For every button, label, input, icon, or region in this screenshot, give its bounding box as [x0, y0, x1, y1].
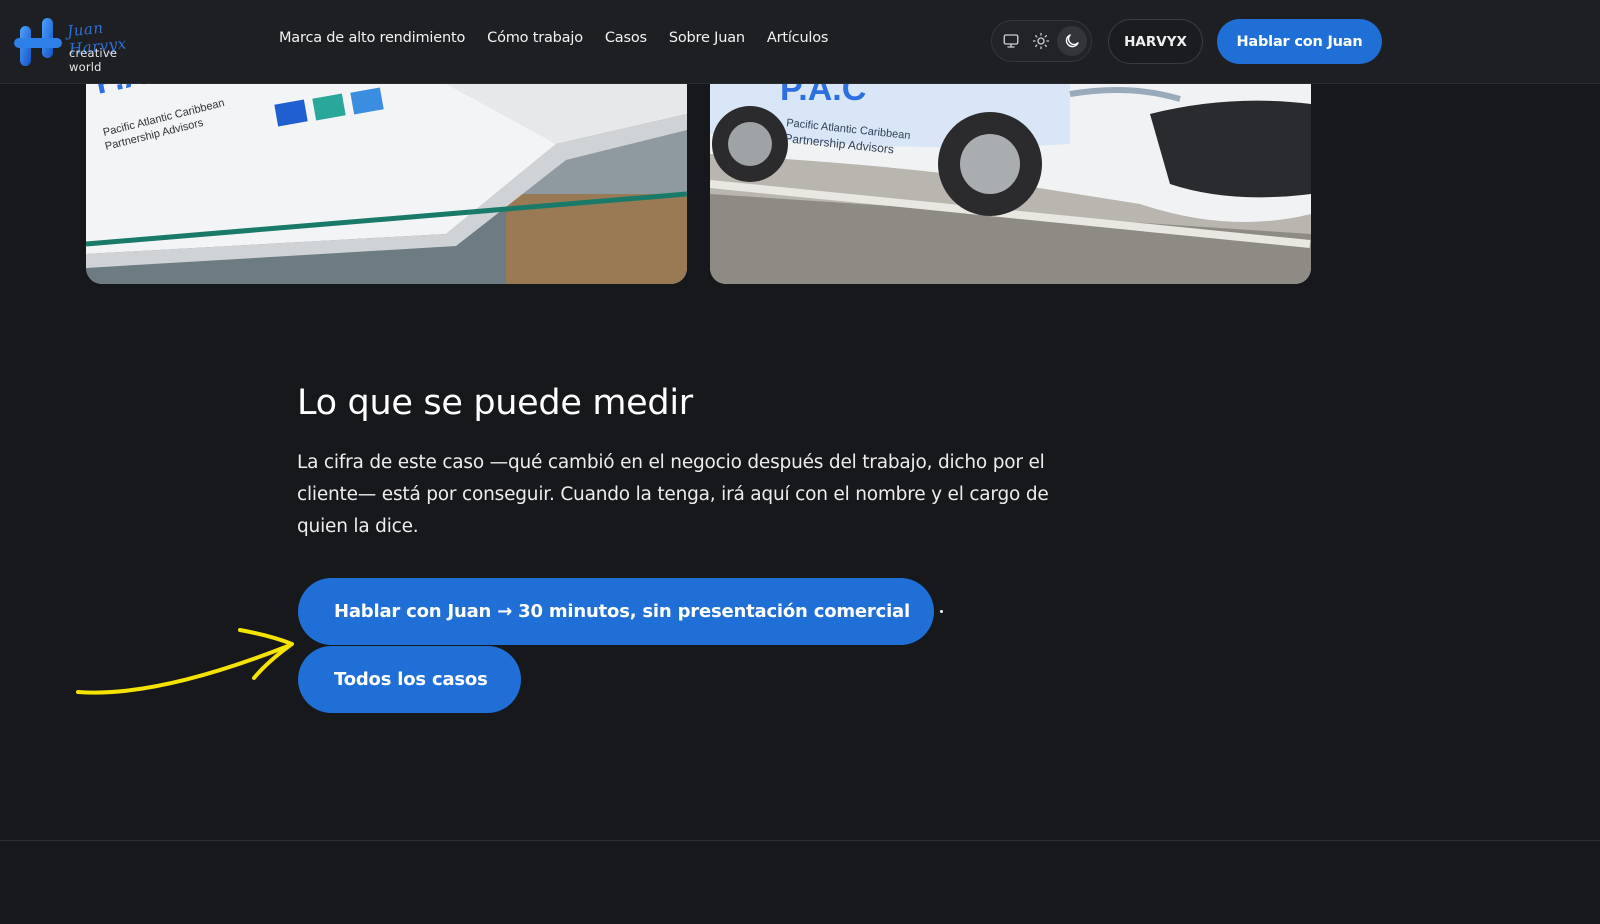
stray-dot — [940, 610, 943, 613]
section-body-text: La cifra de este caso —qué cambió en el … — [297, 452, 1049, 537]
theme-switcher — [991, 20, 1092, 62]
theme-system-button[interactable] — [996, 26, 1026, 56]
theme-light-button[interactable] — [1026, 26, 1056, 56]
logo-h-icon — [14, 18, 62, 66]
footer-divider — [0, 840, 1600, 841]
sun-icon — [1033, 32, 1050, 50]
top-navigation-bar: Juan Harvyx creative world Marca de alto… — [0, 0, 1600, 84]
nav-item-como-trabajo[interactable]: Cómo trabajo — [487, 30, 583, 46]
nav-item-sobre-juan[interactable]: Sobre Juan — [669, 30, 745, 46]
theme-dark-button[interactable] — [1056, 26, 1087, 56]
nav-item-casos[interactable]: Casos — [605, 30, 647, 46]
main-navigation: Marca de alto rendimiento Cómo trabajo C… — [279, 30, 828, 46]
nav-item-articulos[interactable]: Artículos — [767, 30, 829, 46]
talk-to-juan-button[interactable]: Hablar con Juan → 30 minutos, sin presen… — [298, 578, 934, 645]
case-image-car: P.A.C Pacific Atlantic Caribbean Partner… — [710, 84, 1311, 284]
moon-icon — [1065, 34, 1079, 48]
car-photo: P.A.C Pacific Atlantic Caribbean Partner… — [710, 84, 1311, 284]
header-talk-button[interactable]: Hablar con Juan — [1217, 19, 1382, 64]
harvyx-button[interactable]: HARVYX — [1108, 19, 1203, 64]
brand-logo[interactable]: Juan Harvyx creative world — [12, 16, 152, 74]
yellow-arrow-annotation-icon — [76, 628, 294, 695]
nav-item-marca[interactable]: Marca de alto rendimiento — [279, 30, 465, 46]
brochure-photo: P.A.C Pacific Atlantic Caribbean Partner… — [86, 84, 687, 284]
case-image-brochure: P.A.C Pacific Atlantic Caribbean Partner… — [86, 84, 687, 284]
monitor-icon — [1003, 34, 1019, 48]
section-title: Lo que se puede medir — [297, 383, 693, 423]
all-cases-button[interactable]: Todos los casos — [298, 646, 521, 713]
svg-text:P.A.C: P.A.C — [780, 84, 866, 108]
logo-tagline: creative world — [69, 46, 118, 74]
